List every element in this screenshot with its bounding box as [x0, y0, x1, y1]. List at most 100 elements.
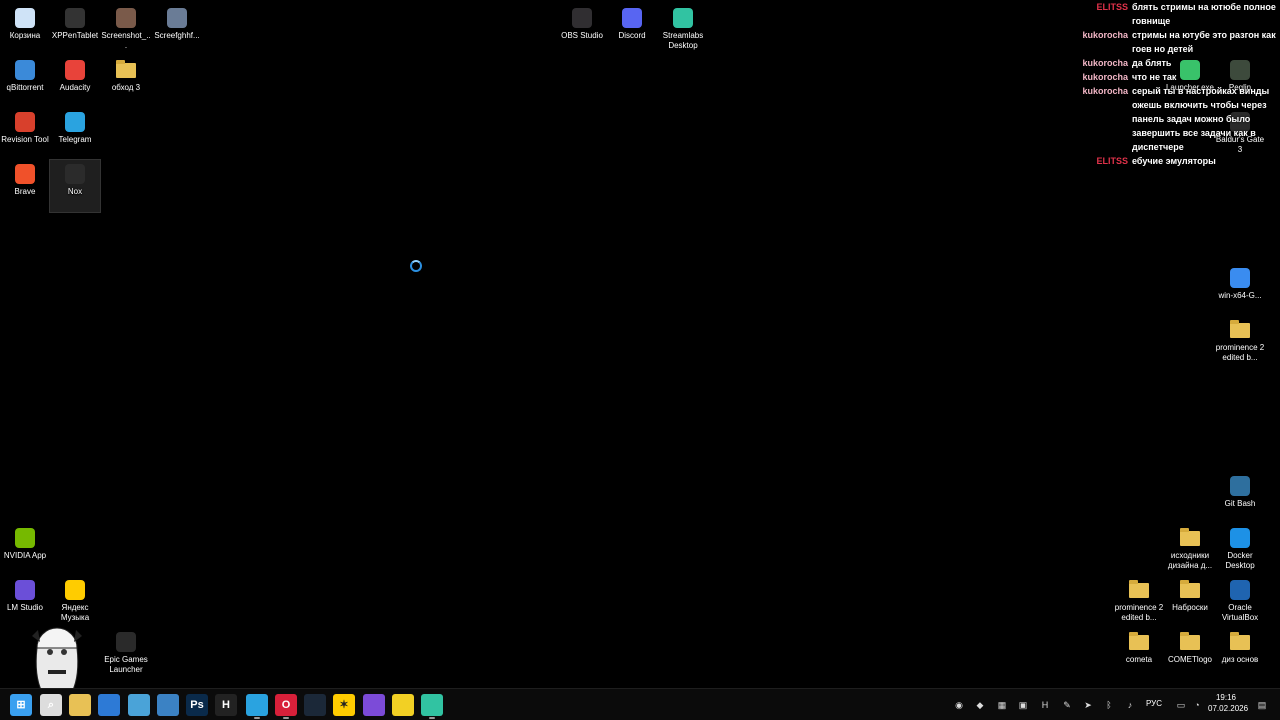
image-file-icon [116, 8, 136, 28]
streamlabs-button[interactable] [421, 694, 443, 719]
virtualbox-icon [1230, 580, 1250, 600]
desktop-icon-label: исходники дизайна д... [1167, 551, 1213, 570]
desktop-icon[interactable]: COMETlogo [1165, 628, 1215, 680]
nox-icon [65, 164, 85, 184]
taskbar: ⊞ ⌕ Ps H O ✶ ◉ ◆ ▦ ▣ H ✎ ➤ ᛒ ♪ РУС ▭ ◔ 19:16 07.02.20… [0, 688, 1280, 720]
desktop-icon[interactable]: Audacity [50, 56, 100, 108]
docker-icon [1230, 528, 1250, 548]
desktop-icon[interactable]: обход 3 [101, 56, 151, 108]
folder-icon [116, 60, 136, 78]
telegram-button[interactable] [246, 694, 268, 719]
file-explorer-button[interactable] [69, 694, 91, 716]
steam-button[interactable] [304, 694, 326, 716]
desktop-icon[interactable]: исходники дизайна д... [1165, 524, 1215, 576]
desktop-icon[interactable]: prominence 2 edited b... [1215, 316, 1265, 368]
folder-icon [1230, 320, 1250, 338]
visual-studio-button[interactable] [363, 694, 385, 716]
desktop-icon-label: Epic Games Launcher [104, 655, 148, 674]
desktop-icon[interactable]: Epic Games Launcher [101, 628, 151, 680]
desktop-icon[interactable]: Streamlabs Desktop [658, 4, 708, 56]
photoshop-button[interactable]: Ps [186, 694, 208, 716]
desktop-icon[interactable]: Nox [49, 159, 101, 213]
app-button-lock[interactable] [392, 694, 414, 716]
yandex-music-icon: ✶ [339, 699, 349, 711]
desktop-icon-label: Nox [67, 187, 83, 196]
microphone-icon[interactable]: ♪ [1123, 697, 1137, 713]
yandex-music-button[interactable]: ✶ [333, 694, 355, 716]
photoshop-icon: Ps [190, 699, 204, 711]
desktop-icon[interactable]: Screenshot_... [101, 4, 151, 56]
xp-pen-icon [65, 8, 85, 28]
chat-username: ELITSS [1096, 2, 1128, 12]
loading-spinner-icon [410, 260, 422, 272]
desktop-icon[interactable]: Наброски [1165, 576, 1215, 628]
desktop-icon-label: qBittorrent [6, 83, 44, 92]
pen-icon[interactable]: ✎ [1060, 697, 1074, 713]
desktop-icon[interactable]: диз основ [1215, 628, 1265, 680]
tray-app-icon[interactable]: ▣ [1016, 697, 1030, 713]
clock[interactable]: 19:16 07.02.2026 [1208, 692, 1248, 714]
desktop-icon[interactable]: Яндекс Музыка [50, 576, 100, 628]
app-button-1[interactable] [128, 694, 150, 716]
folder-icon [1230, 632, 1250, 650]
desktop-icon-label: Brave [14, 187, 36, 196]
nvidia-icon [15, 528, 35, 548]
audacity-icon [65, 60, 85, 80]
desktop-icon-label: prominence 2 edited b... [1114, 603, 1164, 622]
desktop-icon[interactable]: NVIDIA App [0, 524, 50, 576]
tray-app-icon[interactable]: ▦ [995, 697, 1009, 713]
desktop-icon[interactable]: Screefghhf... [152, 4, 202, 56]
app-button-2[interactable] [157, 694, 179, 716]
telegram-icon[interactable]: ➤ [1081, 697, 1095, 713]
language-indicator[interactable]: РУС [1146, 699, 1162, 708]
desktop-icon-label: Oracle VirtualBox [1221, 603, 1259, 622]
search-icon: ⌕ [47, 699, 55, 711]
obs-icon [572, 8, 592, 28]
volume-icon[interactable]: ◔ [1190, 697, 1204, 713]
desktop-icon[interactable]: cometa [1114, 628, 1164, 680]
stream-chat-overlay: ELITSS блять стримы на ютюбе полное говни… [1080, 0, 1280, 168]
h-icon[interactable]: H [1038, 697, 1052, 713]
notification-icon[interactable]: ▤ [1255, 697, 1269, 713]
streamlabs-icon [673, 8, 693, 28]
desktop-icon[interactable]: Telegram [50, 108, 100, 160]
desktop-icon[interactable]: Корзина [0, 4, 50, 56]
desktop-icon[interactable]: prominence 2 edited b... [1114, 576, 1164, 628]
folder-icon [1180, 528, 1200, 546]
desktop-icon[interactable]: win-x64-G... [1215, 264, 1265, 316]
desktop-icon[interactable]: LM Studio [0, 576, 50, 628]
chat-username: ELITSS [1096, 156, 1128, 166]
lm-studio-icon [15, 580, 35, 600]
search-button[interactable]: ⌕ [40, 694, 62, 716]
app-button-h[interactable]: H [215, 694, 237, 716]
desktop-icon[interactable]: qBittorrent [0, 56, 50, 108]
desktop-icon[interactable]: Revision Tool [0, 108, 50, 160]
network-icon[interactable]: ▭ [1174, 697, 1188, 713]
desktop-icon[interactable]: Docker Desktop [1215, 524, 1265, 576]
desktop-icon-label: Streamlabs Desktop [662, 31, 704, 50]
desktop-icon[interactable]: OBS Studio [557, 4, 607, 56]
desktop-icon[interactable]: Oracle VirtualBox [1215, 576, 1265, 628]
recycle-bin-icon [15, 8, 35, 28]
opera-button[interactable]: O [275, 694, 297, 719]
desktop-icon-label: Git Bash [1224, 499, 1256, 508]
desktop-icon-label: XPPenTablet [51, 31, 99, 40]
nvidia-icon[interactable]: ◆ [973, 697, 987, 713]
chat-text: серый ты в настройках винды ожешь включи… [1132, 86, 1270, 152]
bluetooth-icon[interactable]: ᛒ [1102, 697, 1116, 713]
h-icon: H [222, 699, 230, 711]
chat-message: kukorocha серый ты в настройках винды оже… [1080, 84, 1280, 154]
desktop-icon[interactable]: Brave [0, 160, 50, 212]
desktop-icon-label: Screefghhf... [154, 31, 200, 40]
desktop-icon-label: Telegram [58, 135, 92, 144]
tray-app-icon[interactable]: ◉ [952, 697, 966, 713]
store-button[interactable] [98, 694, 120, 716]
git-bash-icon [1230, 476, 1250, 496]
folder-icon [1180, 580, 1200, 598]
start-button[interactable]: ⊞ [10, 694, 32, 716]
desktop-icon[interactable]: XPPenTablet [50, 4, 100, 56]
desktop-icon-label: cometa [1125, 655, 1153, 664]
chat-username: kukorocha [1082, 86, 1128, 96]
desktop-icon[interactable]: Discord [607, 4, 657, 56]
desktop-icon[interactable]: Git Bash [1215, 472, 1265, 524]
